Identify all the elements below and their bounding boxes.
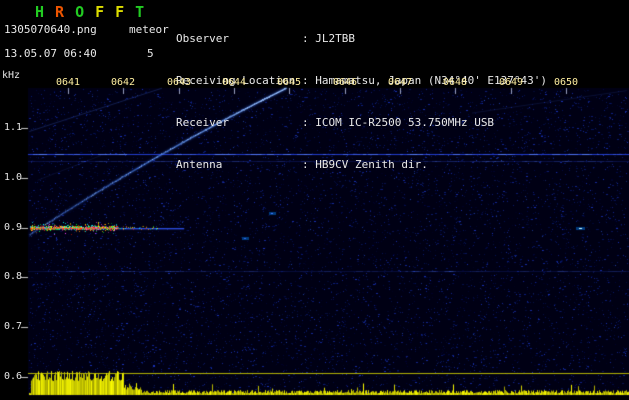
info-row-antenna: Antenna: HB9CV Zenith dir. [176,158,547,172]
station-info: Observer: JL2TBB Receiving Location: Ham… [176,4,547,200]
info-value: HB9CV Zenith dir. [315,158,428,171]
x-tick-label: 0643 [166,77,192,88]
logo-letter: H [35,3,45,21]
hrofft-screen: HROFFT 1305070640.png meteor 13.05.07 06… [0,0,629,400]
info-separator: : [302,158,316,171]
x-tick-label: 0650 [553,77,579,88]
y-axis-unit-label: kHz [2,70,21,81]
mode-label: meteor [129,23,169,36]
y-tick-label: 1.0 [3,172,22,183]
y-tick-label: 1.1 [3,122,22,133]
x-tick-label: 0641 [55,77,81,88]
y-tick-label: 0.7 [3,321,22,332]
logo-letter: T [135,3,145,21]
x-tick-label: 0642 [110,77,136,88]
logo-letter: F [95,3,105,21]
y-tick-label: 0.9 [3,222,22,233]
info-value: ICOM IC-R2500 53.750MHz USB [315,116,495,129]
x-tick-label: 0647 [387,77,413,88]
app-logo: HROFFT [35,3,155,21]
logo-letter: R [55,3,65,21]
x-tick-label: 0649 [498,77,524,88]
info-label: Antenna [176,158,223,171]
output-filename: 1305070640.png [4,23,97,36]
x-tick-label: 0646 [332,77,358,88]
logo-letter: O [75,3,85,21]
info-label: Observer [176,32,229,45]
logo-letter: F [115,3,125,21]
info-row-receiver: Receiver: ICOM IC-R2500 53.750MHz USB [176,116,547,130]
y-tick-label: 0.6 [3,371,22,382]
info-separator: : [302,116,316,129]
x-tick-label: 0645 [276,77,302,88]
info-separator: : [302,32,316,45]
info-value: JL2TBB [315,32,355,45]
x-tick-label: 0644 [221,77,247,88]
info-row-observer: Observer: JL2TBB [176,32,547,46]
x-tick-label: 0648 [442,77,468,88]
y-tick-label: 0.8 [3,271,22,282]
observation-datetime: 13.05.07 06:40 [4,47,97,60]
info-label: Receiver [176,116,229,129]
meteor-count: 5 [147,47,154,60]
